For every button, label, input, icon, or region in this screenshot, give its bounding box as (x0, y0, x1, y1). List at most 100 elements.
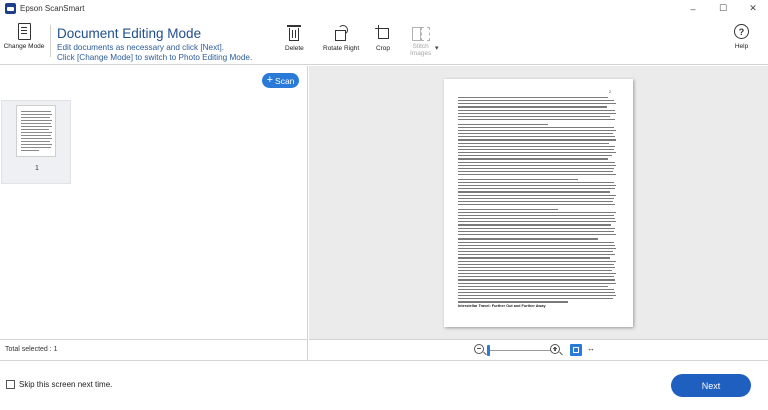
preview-text-line (458, 164, 616, 166)
skip-screen-label: Skip this screen next time. (19, 380, 113, 389)
zoom-slider-thumb[interactable] (487, 345, 490, 356)
toolbar-divider (50, 25, 51, 57)
preview-text-line (458, 139, 616, 141)
preview-text-line (458, 273, 616, 275)
skip-screen-checkbox[interactable] (6, 380, 15, 389)
help-icon: ? (734, 24, 749, 39)
change-mode-button[interactable]: Change Mode (4, 23, 44, 63)
thumbnail-image (16, 105, 56, 157)
crop-icon (375, 25, 391, 41)
help-button[interactable]: ? Help (734, 24, 749, 50)
preview-text-line (458, 203, 615, 206)
total-selected-text: Total selected : 1 (5, 346, 58, 353)
stitch-label-line1: Stitch (412, 43, 429, 50)
zoom-slider-track[interactable] (489, 350, 551, 351)
stitch-dropdown-icon[interactable]: ▾ (435, 44, 439, 52)
preview-text-line (458, 174, 616, 176)
preview-text-line (458, 292, 615, 294)
window-controls: – ☐ ✕ (678, 0, 768, 17)
preview-text-line (458, 200, 613, 202)
stitch-images-button[interactable]: Stitch Images (410, 25, 431, 57)
preview-text-line (458, 276, 614, 278)
crop-button[interactable]: Crop (375, 25, 391, 52)
zoom-toolbar: ↔ (309, 339, 768, 360)
preview-text-line (458, 285, 608, 287)
preview-text-line (458, 142, 609, 144)
page-preview-area: 2 Interstellar Travel: Further Out and F… (309, 66, 768, 339)
preview-text-line (458, 251, 613, 253)
preview-text-line (458, 257, 610, 259)
preview-text-line (458, 298, 613, 300)
preview-text-line (458, 282, 616, 284)
rotate-right-icon (333, 25, 349, 41)
toolbar: Change Mode Document Editing Mode Edit d… (0, 17, 768, 65)
preview-text-line (458, 103, 616, 105)
preview-text-line (458, 126, 614, 129)
preview-text-line (458, 247, 616, 250)
scan-button[interactable]: + Scan (262, 73, 299, 88)
help-label: Help (734, 43, 749, 50)
mode-description-line2: Click [Change Mode] to switch to Photo E… (57, 52, 253, 62)
preview-text-line (458, 230, 614, 232)
scan-label: Scan (275, 75, 295, 86)
thumbnail-panel: + Scan 1 (0, 66, 308, 339)
preview-text-line (458, 161, 615, 163)
preview-text-line (458, 241, 614, 243)
title-bar: Epson ScanSmart – ☐ ✕ (0, 0, 768, 17)
maximize-button[interactable]: ☐ (708, 0, 738, 17)
preview-page-number: 2 (609, 90, 611, 94)
preview-text-line (458, 152, 616, 154)
preview-text-line (458, 123, 548, 125)
preview-text-line (458, 263, 614, 265)
app-icon (5, 3, 16, 14)
preview-text-line (458, 295, 616, 297)
preview-text-line (458, 170, 613, 173)
next-button[interactable]: Next (671, 374, 751, 397)
preview-text-line (458, 109, 615, 111)
preview-text-line (458, 288, 614, 291)
preview-text-line (458, 97, 608, 99)
trash-icon (287, 25, 302, 41)
preview-text-line (458, 136, 615, 138)
preview-text-line (458, 185, 616, 187)
mode-description-line1: Edit documents as necessary and click [N… (57, 43, 225, 52)
preview-text-line (458, 269, 612, 272)
document-icon (17, 23, 31, 40)
thumbnail-card[interactable]: 1 (1, 100, 71, 184)
preview-text-line (458, 115, 610, 118)
fit-page-icon[interactable] (570, 344, 582, 356)
preview-text-line (458, 244, 615, 246)
preview-text-line (458, 197, 614, 199)
rotate-right-button[interactable]: Rotate Right (323, 25, 359, 52)
preview-text-line (458, 221, 616, 223)
preview-text-line (458, 188, 615, 190)
zoom-in-icon[interactable] (550, 344, 563, 356)
window-title: Epson ScanSmart (20, 4, 85, 13)
plus-icon: + (266, 74, 274, 86)
selection-status-bar: Total selected : 1 (0, 339, 308, 360)
preview-text-line (458, 167, 614, 169)
preview-text-line (458, 260, 616, 262)
preview-text-line (458, 181, 614, 184)
preview-text-line (458, 214, 614, 217)
close-button[interactable]: ✕ (738, 0, 768, 17)
preview-text-line (458, 254, 615, 256)
preview-text-line (458, 301, 568, 303)
preview-text-line (458, 100, 614, 102)
footer: Skip this screen next time. Next (0, 360, 768, 410)
minimize-button[interactable]: – (678, 0, 708, 17)
mode-title: Document Editing Mode (57, 26, 202, 41)
preview-text-line (458, 191, 610, 193)
crop-label: Crop (375, 45, 391, 52)
preview-text-line (458, 133, 613, 135)
fit-width-icon[interactable]: ↔ (587, 344, 595, 353)
preview-text-line (458, 218, 615, 220)
preview-section-heading: Interstellar Travel: Further Out and Fur… (458, 304, 546, 308)
delete-button[interactable]: Delete (285, 25, 304, 52)
zoom-out-icon[interactable] (474, 344, 487, 356)
preview-text-line (458, 178, 578, 180)
preview-text-line (458, 208, 558, 210)
preview-text-line (458, 119, 615, 121)
delete-label: Delete (285, 45, 304, 52)
preview-text-line (458, 148, 614, 151)
